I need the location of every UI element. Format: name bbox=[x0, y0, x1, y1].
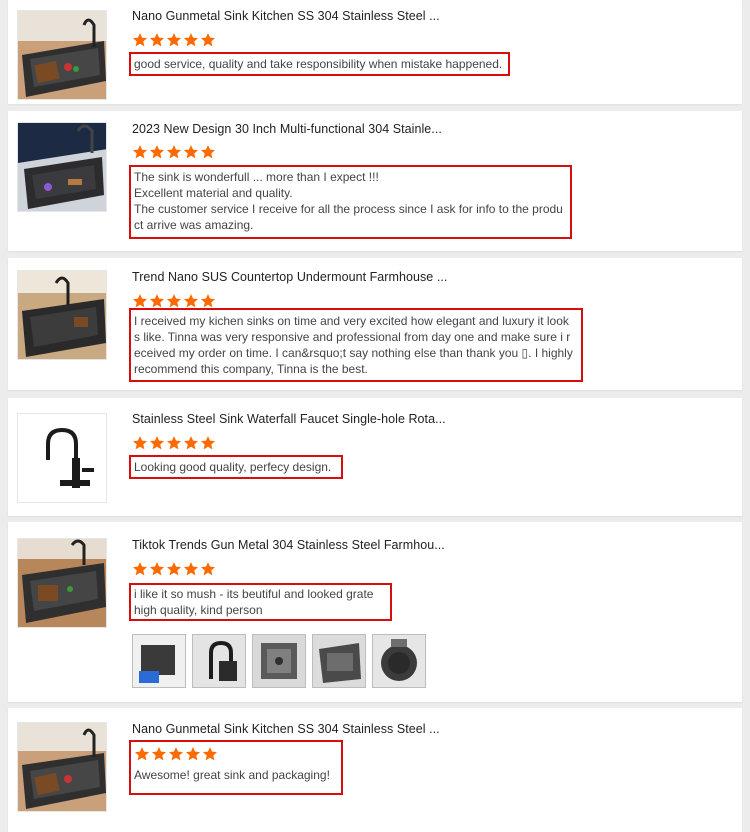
product-title[interactable]: Trend Nano SUS Countertop Undermount Far… bbox=[132, 270, 447, 284]
star-rating bbox=[134, 746, 338, 762]
star-icon bbox=[133, 436, 147, 450]
product-title[interactable]: Tiktok Trends Gun Metal 304 Stainless St… bbox=[132, 538, 445, 552]
product-title[interactable]: Nano Gunmetal Sink Kitchen SS 304 Stainl… bbox=[132, 722, 440, 736]
review-text-line: Looking good quality, perfecy design. bbox=[134, 460, 332, 474]
review-card: Stainless Steel Sink Waterfall Faucet Si… bbox=[8, 398, 742, 516]
star-icon bbox=[135, 747, 149, 761]
review-text: Awesome! great sink and packaging! bbox=[129, 740, 343, 795]
review-text-line: The sink is wonderfull ... more than I e… bbox=[134, 170, 379, 184]
review-text-line: I received my kichen sinks on time and v… bbox=[134, 314, 569, 328]
star-icon bbox=[150, 33, 164, 47]
star-icon bbox=[203, 747, 217, 761]
review-text: good service, quality and take responsib… bbox=[129, 52, 510, 76]
review-text: Looking good quality, perfecy design. bbox=[129, 455, 343, 479]
star-rating bbox=[132, 32, 216, 48]
star-icon bbox=[186, 747, 200, 761]
product-thumbnail[interactable] bbox=[17, 122, 107, 212]
star-icon bbox=[201, 33, 215, 47]
product-title[interactable]: 2023 New Design 30 Inch Multi-functional… bbox=[132, 122, 442, 136]
star-icon bbox=[150, 294, 164, 308]
star-icon bbox=[133, 33, 147, 47]
review-text-line: Excellent material and quality. bbox=[134, 186, 293, 200]
star-icon bbox=[167, 294, 181, 308]
star-rating bbox=[132, 435, 216, 451]
review-photo[interactable] bbox=[372, 634, 426, 688]
product-thumbnail[interactable] bbox=[17, 413, 107, 503]
product-image bbox=[18, 539, 106, 627]
star-icon bbox=[169, 747, 183, 761]
star-icon bbox=[150, 436, 164, 450]
review-text-line: recommend this company, Tinna is the bes… bbox=[134, 362, 368, 376]
review-photo[interactable] bbox=[132, 634, 186, 688]
review-text: i like it so mush - its beutiful and loo… bbox=[129, 583, 392, 621]
star-icon bbox=[201, 562, 215, 576]
star-icon bbox=[167, 562, 181, 576]
review-photo-image bbox=[313, 635, 365, 687]
review-text-line: good service, quality and take responsib… bbox=[134, 57, 503, 71]
product-image bbox=[18, 11, 106, 99]
review-photo-image bbox=[193, 635, 245, 687]
star-icon bbox=[167, 33, 181, 47]
star-icon bbox=[133, 562, 147, 576]
review-text-line: eceived my order on time. I can&rsquo;t … bbox=[134, 346, 573, 360]
review-text-line: The customer service I receive for all t… bbox=[134, 202, 563, 216]
review-text-line: Awesome! great sink and packaging! bbox=[134, 768, 330, 782]
review-text: I received my kichen sinks on time and v… bbox=[129, 308, 583, 382]
review-photo-image bbox=[133, 635, 185, 687]
review-card: Nano Gunmetal Sink Kitchen SS 304 Stainl… bbox=[8, 0, 742, 104]
star-icon bbox=[201, 436, 215, 450]
review-text-line: i like it so mush - its beutiful and loo… bbox=[134, 587, 374, 601]
product-image bbox=[18, 414, 106, 502]
review-photo[interactable] bbox=[312, 634, 366, 688]
star-icon bbox=[133, 294, 147, 308]
review-text-line: ct arrive was amazing. bbox=[134, 218, 254, 232]
star-icon bbox=[167, 436, 181, 450]
product-thumbnail[interactable] bbox=[17, 538, 107, 628]
review-text: The sink is wonderfull ... more than I e… bbox=[129, 165, 572, 239]
star-icon bbox=[150, 145, 164, 159]
star-icon bbox=[201, 294, 215, 308]
star-icon bbox=[184, 33, 198, 47]
star-icon bbox=[184, 145, 198, 159]
star-icon bbox=[184, 562, 198, 576]
review-card: Tiktok Trends Gun Metal 304 Stainless St… bbox=[8, 522, 742, 702]
product-image bbox=[18, 723, 106, 811]
review-photo[interactable] bbox=[252, 634, 306, 688]
star-icon bbox=[150, 562, 164, 576]
star-icon bbox=[167, 145, 181, 159]
product-thumbnail[interactable] bbox=[17, 10, 107, 100]
review-card: 2023 New Design 30 Inch Multi-functional… bbox=[8, 111, 742, 251]
review-photo-image bbox=[253, 635, 305, 687]
product-title[interactable]: Stainless Steel Sink Waterfall Faucet Si… bbox=[132, 412, 446, 426]
star-icon bbox=[133, 145, 147, 159]
star-rating bbox=[132, 144, 216, 160]
product-image bbox=[18, 271, 106, 359]
review-text-line: s like. Tinna was very responsive and pr… bbox=[134, 330, 571, 344]
star-rating bbox=[132, 561, 216, 577]
review-text-line: high quality, kind person bbox=[134, 603, 263, 617]
review-photos bbox=[132, 634, 426, 688]
review-card: Nano Gunmetal Sink Kitchen SS 304 Stainl… bbox=[8, 708, 742, 832]
review-photo[interactable] bbox=[192, 634, 246, 688]
product-thumbnail[interactable] bbox=[17, 722, 107, 812]
star-icon bbox=[184, 436, 198, 450]
star-icon bbox=[201, 145, 215, 159]
review-card: Trend Nano SUS Countertop Undermount Far… bbox=[8, 258, 742, 390]
review-photo-image bbox=[373, 635, 425, 687]
star-icon bbox=[152, 747, 166, 761]
star-icon bbox=[184, 294, 198, 308]
product-image bbox=[18, 123, 106, 211]
product-thumbnail[interactable] bbox=[17, 270, 107, 360]
star-rating bbox=[132, 293, 216, 309]
product-title[interactable]: Nano Gunmetal Sink Kitchen SS 304 Stainl… bbox=[132, 9, 440, 23]
